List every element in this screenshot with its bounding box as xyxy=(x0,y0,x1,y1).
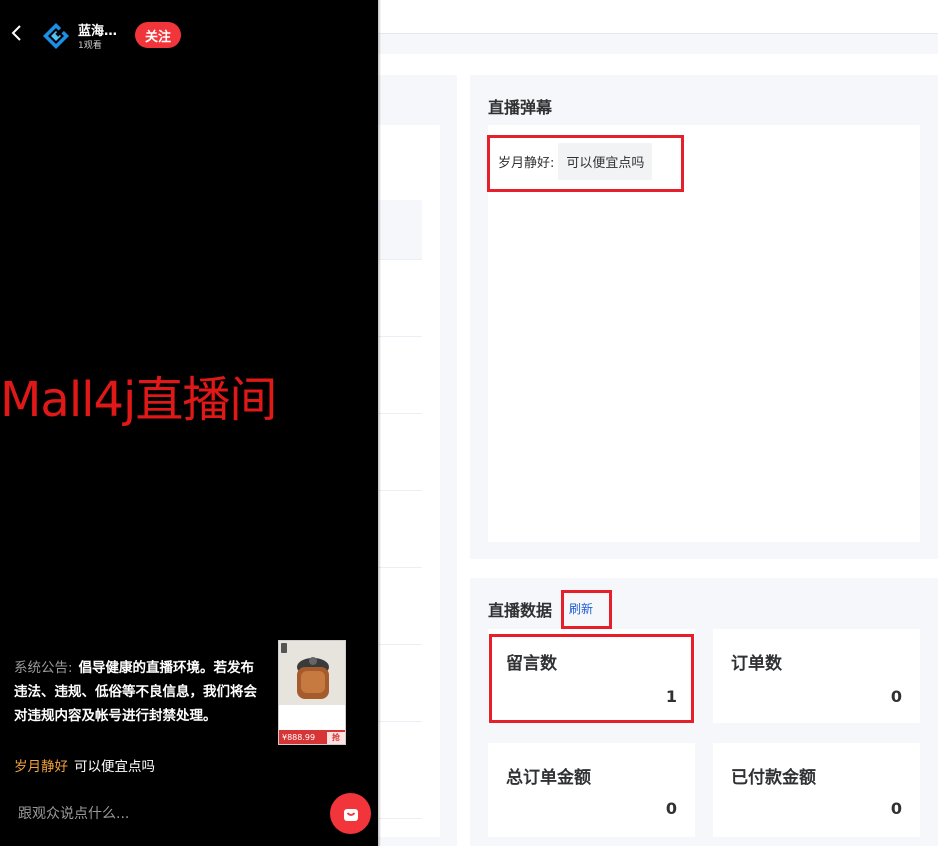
notice-label: 系统公告: xyxy=(14,660,73,676)
refresh-link[interactable]: 刷新 xyxy=(569,600,593,617)
danmu-list xyxy=(488,125,920,542)
shopping-bag-icon xyxy=(343,808,358,821)
danmu-title: 直播弹幕 xyxy=(488,98,553,117)
stat-card-paid-amount: 已付款金额 0 xyxy=(713,743,920,837)
product-desc xyxy=(282,707,344,729)
stats-title: 直播数据 xyxy=(488,601,553,620)
chat-message: 岁月静好 可以便宜点吗 xyxy=(14,756,155,778)
chat-text: 可以便宜点吗 xyxy=(74,759,155,775)
room-title: Mall4j直播间 xyxy=(0,372,277,428)
stat-label: 已付款金额 xyxy=(731,768,816,788)
system-notice: 系统公告: 倡导健康的直播环境。若发布违法、违规、低俗等不良信息，我们将会对违规内… xyxy=(14,656,264,728)
stat-value: 0 xyxy=(890,687,902,706)
product-tag xyxy=(281,643,287,653)
product-image xyxy=(279,641,345,705)
product-price-bar: ¥888.99 抢 xyxy=(279,730,345,744)
product-card[interactable]: ¥888.99 抢 xyxy=(278,640,346,745)
danmu-user: 岁月静好: xyxy=(498,155,555,171)
stat-card-comments: 留言数 1 xyxy=(488,629,695,723)
stat-value: 1 xyxy=(665,687,677,706)
follow-button[interactable]: 关注 xyxy=(135,22,181,48)
danmu-item: 岁月静好: 可以便宜点吗 xyxy=(498,142,653,180)
phone-shadow xyxy=(378,0,381,846)
viewer-count: 1观看 xyxy=(78,41,102,51)
cart-button[interactable] xyxy=(330,793,371,834)
comment-input[interactable] xyxy=(18,801,278,827)
stat-card-total-amount: 总订单金额 0 xyxy=(488,743,695,837)
product-price: ¥888.99 xyxy=(282,733,316,742)
danmu-message: 可以便宜点吗 xyxy=(558,142,653,180)
back-button[interactable] xyxy=(6,22,26,44)
grab-button[interactable]: 抢 xyxy=(327,732,345,744)
brand-logo-icon xyxy=(42,22,70,50)
live-preview-phone: 蓝海… 1观看 关注 Mall4j直播间 系统公告: 倡导健康的直播环境。若发布违… xyxy=(0,0,378,846)
anchor-name: 蓝海… xyxy=(78,24,118,39)
stat-label: 订单数 xyxy=(731,654,782,674)
stat-value: 0 xyxy=(665,799,677,818)
stat-label: 总订单金额 xyxy=(506,768,591,788)
stat-label: 留言数 xyxy=(506,654,557,674)
stat-card-orders: 订单数 0 xyxy=(713,629,920,723)
chevron-left-icon xyxy=(11,25,21,41)
chat-user: 岁月静好 xyxy=(14,759,68,775)
stat-value: 0 xyxy=(890,799,902,818)
